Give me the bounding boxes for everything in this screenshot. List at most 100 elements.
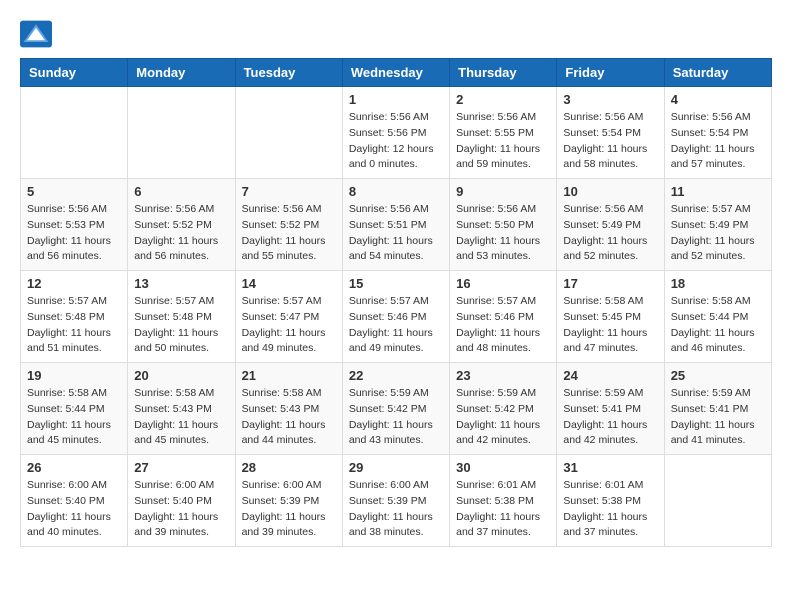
weekday-header-thursday: Thursday xyxy=(450,59,557,87)
day-number: 11 xyxy=(671,184,765,199)
weekday-header-sunday: Sunday xyxy=(21,59,128,87)
day-number: 24 xyxy=(563,368,657,383)
calendar-cell: 24 Sunrise: 5:59 AMSunset: 5:41 PMDayligh… xyxy=(557,363,664,455)
day-info: Sunrise: 5:56 AMSunset: 5:54 PMDaylight:… xyxy=(671,110,765,173)
day-info: Sunrise: 5:56 AMSunset: 5:52 PMDaylight:… xyxy=(242,202,336,265)
calendar-cell: 22 Sunrise: 5:59 AMSunset: 5:42 PMDayligh… xyxy=(342,363,449,455)
calendar-cell: 15 Sunrise: 5:57 AMSunset: 5:46 PMDayligh… xyxy=(342,271,449,363)
calendar-cell: 29 Sunrise: 6:00 AMSunset: 5:39 PMDayligh… xyxy=(342,455,449,547)
weekday-header-saturday: Saturday xyxy=(664,59,771,87)
day-info: Sunrise: 5:56 AMSunset: 5:49 PMDaylight:… xyxy=(563,202,657,265)
day-number: 12 xyxy=(27,276,121,291)
calendar-cell: 18Sunrise: 5:58 AMSunset: 5:44 PMDayligh… xyxy=(664,271,771,363)
day-number: 20 xyxy=(134,368,228,383)
day-number: 17 xyxy=(563,276,657,291)
week-row-3: 12 Sunrise: 5:57 AMSunset: 5:48 PMDayligh… xyxy=(21,271,772,363)
day-info: Sunrise: 5:59 AMSunset: 5:41 PMDaylight:… xyxy=(671,386,765,449)
calendar-cell: 7 Sunrise: 5:56 AMSunset: 5:52 PMDaylight… xyxy=(235,179,342,271)
day-info: Sunrise: 5:56 AMSunset: 5:54 PMDaylight:… xyxy=(563,110,657,173)
calendar-cell: 16 Sunrise: 5:57 AMSunset: 5:46 PMDayligh… xyxy=(450,271,557,363)
day-number: 28 xyxy=(242,460,336,475)
week-row-2: 5 Sunrise: 5:56 AMSunset: 5:53 PMDaylight… xyxy=(21,179,772,271)
calendar-cell: 1Sunrise: 5:56 AMSunset: 5:56 PMDaylight… xyxy=(342,87,449,179)
day-number: 8 xyxy=(349,184,443,199)
day-number: 29 xyxy=(349,460,443,475)
day-info: Sunrise: 5:57 AMSunset: 5:49 PMDaylight:… xyxy=(671,202,765,265)
day-info: Sunrise: 6:00 AMSunset: 5:40 PMDaylight:… xyxy=(134,478,228,541)
day-info: Sunrise: 6:00 AMSunset: 5:39 PMDaylight:… xyxy=(242,478,336,541)
day-info: Sunrise: 6:01 AMSunset: 5:38 PMDaylight:… xyxy=(563,478,657,541)
calendar-cell: 5 Sunrise: 5:56 AMSunset: 5:53 PMDaylight… xyxy=(21,179,128,271)
weekday-header-monday: Monday xyxy=(128,59,235,87)
day-number: 22 xyxy=(349,368,443,383)
day-number: 3 xyxy=(563,92,657,107)
day-info: Sunrise: 5:59 AMSunset: 5:42 PMDaylight:… xyxy=(349,386,443,449)
day-number: 30 xyxy=(456,460,550,475)
calendar-cell: 9 Sunrise: 5:56 AMSunset: 5:50 PMDaylight… xyxy=(450,179,557,271)
weekday-header-row: SundayMondayTuesdayWednesdayThursdayFrid… xyxy=(21,59,772,87)
day-number: 14 xyxy=(242,276,336,291)
day-number: 9 xyxy=(456,184,550,199)
day-info: Sunrise: 5:56 AMSunset: 5:53 PMDaylight:… xyxy=(27,202,121,265)
day-number: 10 xyxy=(563,184,657,199)
day-number: 19 xyxy=(27,368,121,383)
day-number: 18 xyxy=(671,276,765,291)
day-info: Sunrise: 5:59 AMSunset: 5:41 PMDaylight:… xyxy=(563,386,657,449)
day-number: 13 xyxy=(134,276,228,291)
day-info: Sunrise: 5:57 AMSunset: 5:48 PMDaylight:… xyxy=(27,294,121,357)
calendar-cell: 8 Sunrise: 5:56 AMSunset: 5:51 PMDaylight… xyxy=(342,179,449,271)
calendar-cell: 30 Sunrise: 6:01 AMSunset: 5:38 PMDayligh… xyxy=(450,455,557,547)
week-row-1: 1Sunrise: 5:56 AMSunset: 5:56 PMDaylight… xyxy=(21,87,772,179)
calendar-cell: 10 Sunrise: 5:56 AMSunset: 5:49 PMDayligh… xyxy=(557,179,664,271)
page-header xyxy=(20,20,772,48)
logo-icon xyxy=(20,20,52,48)
day-info: Sunrise: 5:57 AMSunset: 5:46 PMDaylight:… xyxy=(349,294,443,357)
calendar-cell: 19 Sunrise: 5:58 AMSunset: 5:44 PMDayligh… xyxy=(21,363,128,455)
calendar-cell: 13Sunrise: 5:57 AMSunset: 5:48 PMDayligh… xyxy=(128,271,235,363)
day-info: Sunrise: 6:00 AMSunset: 5:39 PMDaylight:… xyxy=(349,478,443,541)
day-info: Sunrise: 5:58 AMSunset: 5:43 PMDaylight:… xyxy=(242,386,336,449)
calendar-cell xyxy=(128,87,235,179)
day-number: 2 xyxy=(456,92,550,107)
day-number: 6 xyxy=(134,184,228,199)
day-number: 4 xyxy=(671,92,765,107)
day-info: Sunrise: 6:01 AMSunset: 5:38 PMDaylight:… xyxy=(456,478,550,541)
day-number: 26 xyxy=(27,460,121,475)
day-info: Sunrise: 6:00 AMSunset: 5:40 PMDaylight:… xyxy=(27,478,121,541)
day-number: 15 xyxy=(349,276,443,291)
day-info: Sunrise: 5:57 AMSunset: 5:46 PMDaylight:… xyxy=(456,294,550,357)
calendar-cell: 3 Sunrise: 5:56 AMSunset: 5:54 PMDaylight… xyxy=(557,87,664,179)
day-info: Sunrise: 5:56 AMSunset: 5:51 PMDaylight:… xyxy=(349,202,443,265)
calendar-cell xyxy=(664,455,771,547)
day-info: Sunrise: 5:58 AMSunset: 5:43 PMDaylight:… xyxy=(134,386,228,449)
day-info: Sunrise: 5:56 AMSunset: 5:56 PMDaylight:… xyxy=(349,110,443,173)
day-number: 7 xyxy=(242,184,336,199)
day-number: 5 xyxy=(27,184,121,199)
day-info: Sunrise: 5:56 AMSunset: 5:55 PMDaylight:… xyxy=(456,110,550,173)
calendar-cell: 17 Sunrise: 5:58 AMSunset: 5:45 PMDayligh… xyxy=(557,271,664,363)
calendar-cell xyxy=(21,87,128,179)
calendar-cell: 25 Sunrise: 5:59 AMSunset: 5:41 PMDayligh… xyxy=(664,363,771,455)
calendar-cell: 12 Sunrise: 5:57 AMSunset: 5:48 PMDayligh… xyxy=(21,271,128,363)
day-number: 31 xyxy=(563,460,657,475)
day-info: Sunrise: 5:58 AMSunset: 5:45 PMDaylight:… xyxy=(563,294,657,357)
calendar-cell: 11 Sunrise: 5:57 AMSunset: 5:49 PMDayligh… xyxy=(664,179,771,271)
day-number: 23 xyxy=(456,368,550,383)
day-info: Sunrise: 5:58 AMSunset: 5:44 PMDaylight:… xyxy=(27,386,121,449)
day-info: Sunrise: 5:56 AMSunset: 5:50 PMDaylight:… xyxy=(456,202,550,265)
calendar-cell: 23 Sunrise: 5:59 AMSunset: 5:42 PMDayligh… xyxy=(450,363,557,455)
weekday-header-wednesday: Wednesday xyxy=(342,59,449,87)
calendar-cell: 27Sunrise: 6:00 AMSunset: 5:40 PMDayligh… xyxy=(128,455,235,547)
day-number: 16 xyxy=(456,276,550,291)
calendar-cell: 31 Sunrise: 6:01 AMSunset: 5:38 PMDayligh… xyxy=(557,455,664,547)
calendar-cell xyxy=(235,87,342,179)
weekday-header-tuesday: Tuesday xyxy=(235,59,342,87)
calendar-cell: 4 Sunrise: 5:56 AMSunset: 5:54 PMDaylight… xyxy=(664,87,771,179)
day-number: 25 xyxy=(671,368,765,383)
day-info: Sunrise: 5:57 AMSunset: 5:47 PMDaylight:… xyxy=(242,294,336,357)
weekday-header-friday: Friday xyxy=(557,59,664,87)
calendar-cell: 28 Sunrise: 6:00 AMSunset: 5:39 PMDayligh… xyxy=(235,455,342,547)
day-info: Sunrise: 5:59 AMSunset: 5:42 PMDaylight:… xyxy=(456,386,550,449)
calendar-cell: 21 Sunrise: 5:58 AMSunset: 5:43 PMDayligh… xyxy=(235,363,342,455)
day-number: 21 xyxy=(242,368,336,383)
